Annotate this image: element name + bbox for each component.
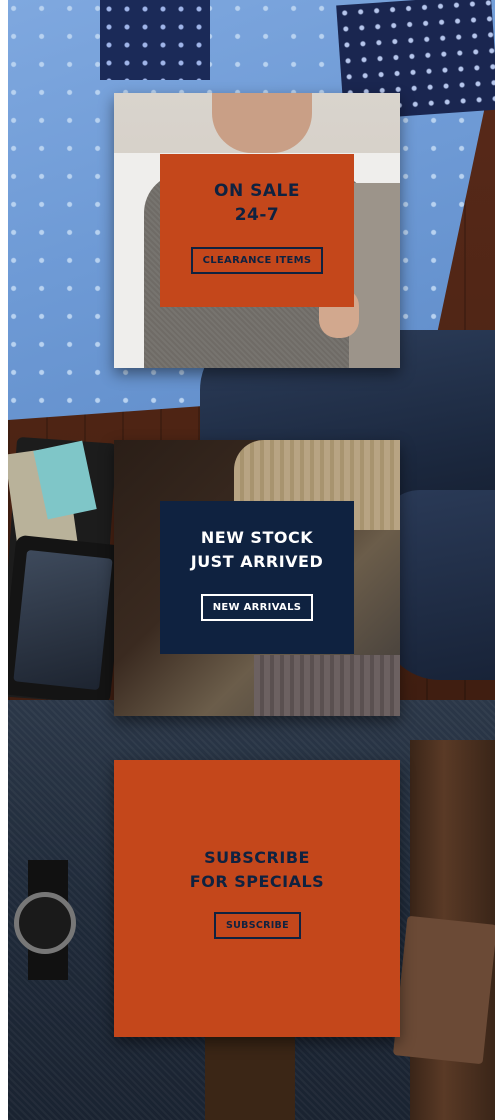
tie-image — [100, 0, 210, 80]
watch-image — [8, 860, 88, 980]
right-margin — [495, 0, 501, 1120]
promo-box-new-stock: NEW STOCK JUST ARRIVED NEW ARRIVALS — [160, 501, 354, 654]
promo-headline: NEW STOCK JUST ARRIVED — [190, 528, 324, 571]
leather-patch-image — [392, 915, 498, 1065]
belt-image-2 — [205, 1030, 295, 1120]
clearance-items-button[interactable]: CLEARANCE ITEMS — [190, 247, 324, 274]
subscribe-button[interactable]: SUBSCRIBE — [214, 912, 301, 939]
phone-image — [0, 534, 127, 706]
promo-card-new-stock[interactable]: NEW STOCK JUST ARRIVED NEW ARRIVALS — [114, 440, 400, 716]
left-margin — [0, 0, 8, 1120]
promo-page: ON SALE 24-7 CLEARANCE ITEMS NEW STOCK J… — [0, 0, 501, 1120]
promo-card-subscribe[interactable]: SUBSCRIBE FOR SPECIALS SUBSCRIBE — [114, 760, 400, 1037]
promo-headline: ON SALE 24-7 — [214, 181, 300, 225]
promo-headline: SUBSCRIBE FOR SPECIALS — [189, 848, 325, 891]
new-arrivals-button[interactable]: NEW ARRIVALS — [200, 594, 314, 621]
promo-box-on-sale: ON SALE 24-7 CLEARANCE ITEMS — [160, 154, 354, 307]
promo-card-on-sale[interactable]: ON SALE 24-7 CLEARANCE ITEMS — [114, 93, 400, 368]
